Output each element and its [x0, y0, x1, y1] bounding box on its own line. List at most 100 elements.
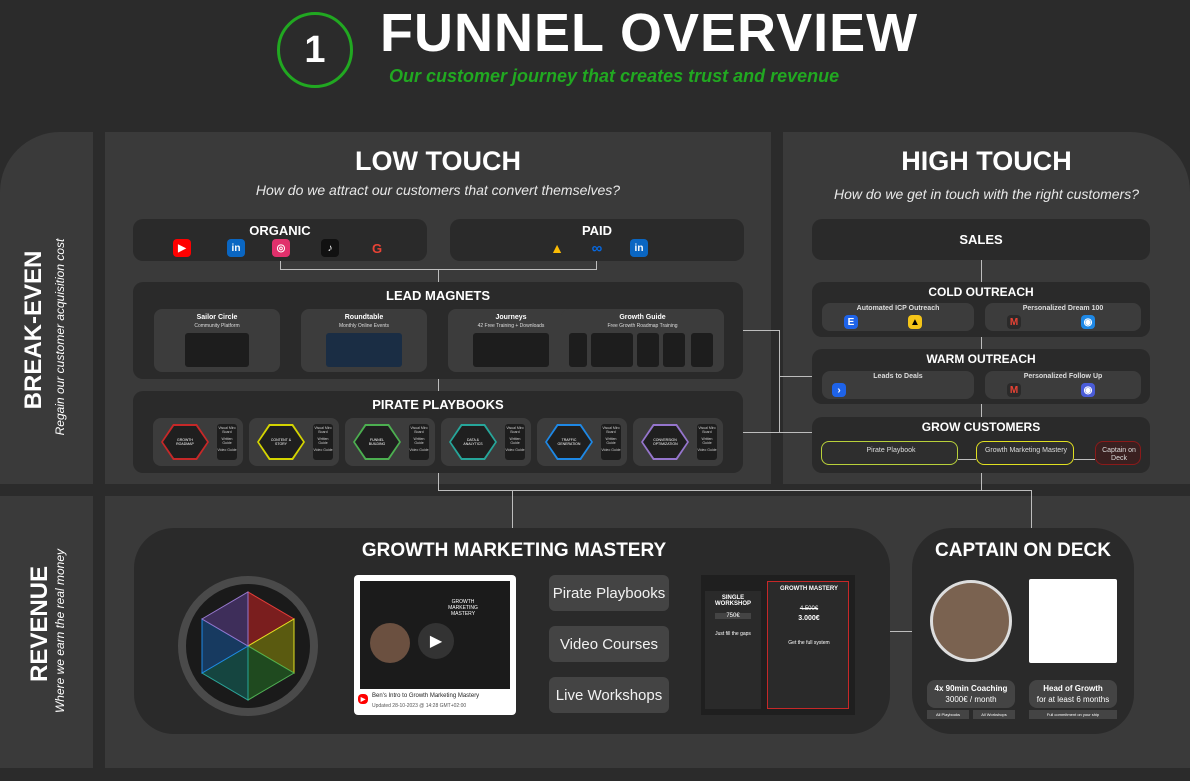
growth-mastery-plan: GROWTH MASTERY 4.500€ 3.000€ Get the ful…	[767, 581, 849, 709]
low-touch-question: How do we attract our customers that con…	[255, 182, 621, 198]
coaching-doc-preview	[1029, 579, 1117, 663]
lead-magnet-card[interactable]: Sailor Circle Community Platform	[154, 309, 280, 372]
video-preview: GROWTH MARKETING MASTERY ▶	[360, 581, 510, 689]
gmail-icon: M	[1007, 383, 1021, 397]
offer-title: 4x 90min Coaching	[934, 684, 1008, 693]
playbook-format-label: Written Guide	[413, 437, 425, 445]
automated-icp-outreach-card[interactable]: Automated ICP Outreach E ▲	[822, 303, 974, 331]
growth-marketing-mastery-box: GROWTH MARKETING MASTERY GROWTH MARKETIN…	[134, 528, 890, 734]
video-courses-pill[interactable]: Video Courses	[549, 626, 669, 662]
screenshot-thumbnail	[663, 333, 685, 367]
playbook-hex-label: FUNNEL BUILDING	[368, 438, 386, 446]
leads-to-deals-card[interactable]: Leads to Deals ›	[822, 371, 974, 399]
playbook-format-label: Visual Miro Board	[602, 426, 620, 434]
card-label: Personalized Follow Up	[1023, 373, 1103, 380]
connector	[438, 473, 439, 490]
plan-price: 750€	[715, 613, 751, 619]
paid-box: PAID ▲ ∞ in	[450, 219, 744, 261]
warm-outreach-title: WARM OUTREACH	[926, 352, 1036, 366]
card-label: Leads to Deals	[873, 373, 923, 380]
playbook-hex-label: DATA & ANALYTICS	[463, 438, 483, 446]
single-workshop-plan: SINGLE WORKSHOP 750€ Just fill the gaps	[705, 591, 761, 709]
lead-magnet-card[interactable]: Growth Guide Free Growth Roadmap Trainin…	[561, 309, 724, 372]
playbook-format-label: Video Guide	[505, 448, 525, 452]
gmm-title: GROWTH MARKETING MASTERY	[361, 540, 667, 561]
connector	[779, 376, 812, 377]
playbook-hex-label: TRAFFIC GENERATION	[557, 438, 581, 446]
linkedin-ads-icon: in	[630, 239, 648, 257]
head-of-growth-offer[interactable]: Head of Growth for at least 6 months	[1029, 680, 1117, 708]
playbook-hexagon-icon: CONTENT & STORY	[257, 424, 305, 460]
tag-workshops: All Workshops	[973, 710, 1015, 719]
play-button[interactable]: ▶	[418, 623, 454, 659]
cold-outreach-box: COLD OUTREACH Automated ICP Outreach E ▲…	[812, 282, 1150, 337]
messenger-icon: ◉	[1081, 315, 1095, 329]
captain-on-deck-card[interactable]: Captain on Deck	[1095, 441, 1141, 465]
offer-price: 3000€ / month	[945, 695, 997, 704]
sales-title: SALES	[959, 232, 1003, 247]
playbook-format-label: Video Guide	[313, 448, 333, 452]
pirate-playbook-card[interactable]: TRAFFIC GENERATION Visual Miro Board Writt…	[537, 418, 627, 466]
video-card-title: GROWTH MARKETING MASTERY	[448, 599, 478, 617]
screenshot-thumbnail	[591, 333, 633, 367]
lead-magnet-name: Growth Guide	[619, 314, 666, 321]
playbook-format-label: Video Guide	[697, 448, 717, 452]
connector	[981, 404, 982, 417]
growth-marketing-mastery-card[interactable]: Growth Marketing Mastery	[976, 441, 1074, 465]
screenshot-thumbnail	[326, 333, 402, 367]
playbook-format-label: Visual Miro Board	[314, 426, 332, 434]
playbook-format-list: Visual Miro Board Written Guide Video Guid…	[217, 424, 237, 460]
lead-magnet-name: Sailor Circle	[196, 314, 238, 321]
messenger-icon: ◉	[1081, 383, 1095, 397]
playbook-format-label: Visual Miro Board	[698, 426, 716, 434]
connector	[779, 330, 780, 432]
playbook-format-label: Video Guide	[601, 448, 621, 452]
lead-magnet-desc: 42 Free Training + Downloads	[477, 323, 545, 329]
pirate-playbook-card[interactable]: FUNNEL BUILDING Visual Miro Board Written …	[345, 418, 435, 466]
playbook-format-label: Visual Miro Board	[506, 426, 524, 434]
meta-icon: ∞	[588, 239, 606, 257]
organic-label: ORGANIC	[249, 223, 311, 238]
plan-title: SINGLE WORKSHOP	[715, 595, 751, 607]
pirate-playbook-card[interactable]: CONVERSION OPTIMIZATION Visual Miro Board…	[633, 418, 723, 466]
playbook-hexagon-icon: FUNNEL BUILDING	[353, 424, 401, 460]
video-thumbnail-card[interactable]: GROWTH MARKETING MASTERY ▶ ▶ Ben's Intro…	[354, 575, 516, 715]
playbook-format-list: Visual Miro Board Written Guide Video Guid…	[601, 424, 621, 460]
personalized-follow-up-card[interactable]: Personalized Follow Up M ◉	[985, 371, 1141, 399]
pirate-playbook-card[interactable]: DATA & ANALYTICS Visual Miro Board Written…	[441, 418, 531, 466]
pirate-playbook-card[interactable]: CONTENT & STORY Visual Miro Board Written …	[249, 418, 339, 466]
youtube-icon: ▶	[173, 239, 191, 257]
presenter-avatar	[370, 623, 410, 663]
lead-magnet-card[interactable]: Journeys 42 Free Training + Downloads	[448, 309, 574, 372]
lead-magnet-desc: Monthly Online Events	[338, 323, 390, 329]
pirate-playbook-card[interactable]: GROWTH ROADMAP Visual Miro Board Written G…	[153, 418, 243, 466]
lead-magnet-card[interactable]: Roundtable Monthly Online Events	[301, 309, 427, 372]
connector	[438, 269, 439, 282]
tag-commitment: Full commitment on your ship	[1029, 710, 1117, 719]
screenshot-thumbnail	[637, 333, 659, 367]
connector	[438, 490, 1031, 491]
playbook-format-label: Written Guide	[605, 437, 617, 445]
pirate-playbooks-pill[interactable]: Pirate Playbooks	[549, 575, 669, 611]
pirate-playbook-card[interactable]: Pirate Playbook	[821, 441, 958, 465]
video-title: Ben's Intro to Growth Marketing Mastery	[372, 693, 480, 699]
plan-old-price: 4.500€	[799, 606, 819, 612]
cold-outreach-title: COLD OUTREACH	[928, 285, 1034, 299]
coach-avatar	[930, 580, 1012, 662]
playbook-format-list: Visual Miro Board Written Guide Video Guid…	[409, 424, 429, 460]
cod-title: CAPTAIN ON DECK	[935, 540, 1111, 561]
plan-title: GROWTH MASTERY	[779, 586, 839, 592]
google-icon: G	[368, 239, 386, 257]
offer-title: Head of Growth	[1043, 684, 1103, 693]
pirate-playbooks-box: PIRATE PLAYBOOKS GROWTH ROADMAP Visual Mi…	[133, 391, 743, 473]
connector	[958, 459, 976, 460]
playbook-format-label: Written Guide	[317, 437, 329, 445]
card-label: Captain on Deck	[1102, 447, 1136, 462]
lead-magnets-title: LEAD MAGNETS	[386, 288, 490, 303]
coaching-offer[interactable]: 4x 90min Coaching 3000€ / month	[927, 680, 1015, 708]
live-workshops-pill[interactable]: Live Workshops	[549, 677, 669, 713]
card-label: Pirate Playbook	[866, 447, 916, 454]
connector	[743, 330, 779, 331]
personalized-dream-100-card[interactable]: Personalized Dream 100 M ◉	[985, 303, 1141, 331]
pirate-playbooks-title: PIRATE PLAYBOOKS	[372, 397, 504, 412]
